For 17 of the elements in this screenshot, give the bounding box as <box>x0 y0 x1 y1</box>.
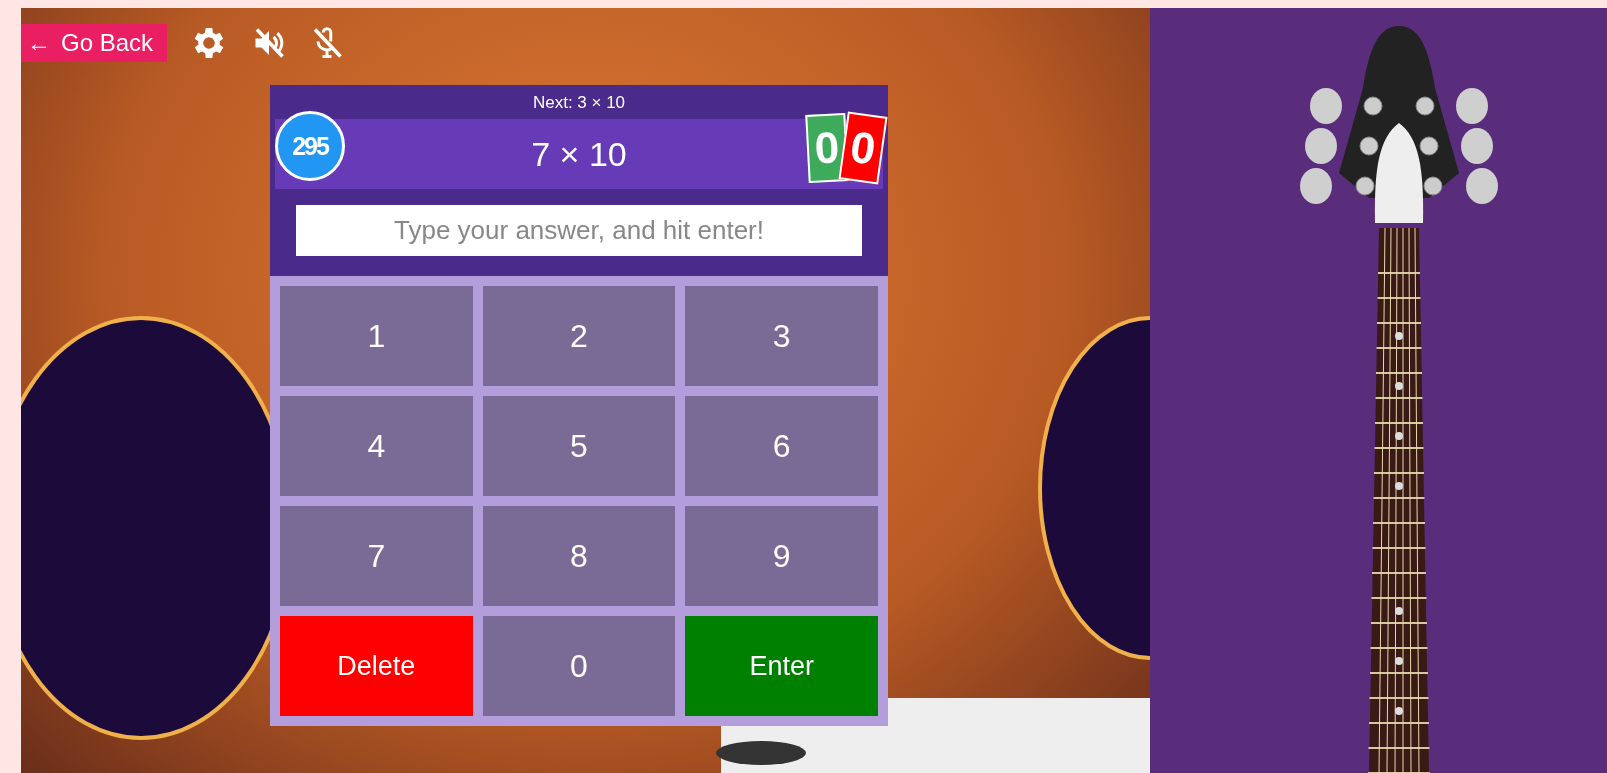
keypad-key[interactable]: 4 <box>280 396 473 496</box>
keypad-key[interactable]: 0 <box>482 616 676 716</box>
keypad-key[interactable]: 2 <box>482 286 676 386</box>
keypad-key[interactable]: 7 <box>280 506 473 606</box>
keypad-key[interactable]: 8 <box>482 506 676 606</box>
keypad-key[interactable]: Enter <box>685 616 878 716</box>
answer-field[interactable]: Type your answer, and hit enter! <box>296 205 862 256</box>
keypad-key[interactable]: 9 <box>685 506 878 606</box>
go-back-button[interactable]: ← Go Back <box>21 24 168 62</box>
keypad-key[interactable]: Delete <box>280 616 473 716</box>
question-text: 7 × 10 <box>531 134 627 174</box>
keypad-key[interactable]: 3 <box>685 286 878 386</box>
next-question-text: Next: 3 × 10 <box>531 92 627 114</box>
score-badge: 295 <box>275 111 345 181</box>
keypad-key[interactable]: 1 <box>280 286 473 386</box>
keypad-key[interactable]: 6 <box>685 396 878 496</box>
keypad-key[interactable]: 5 <box>482 396 676 496</box>
